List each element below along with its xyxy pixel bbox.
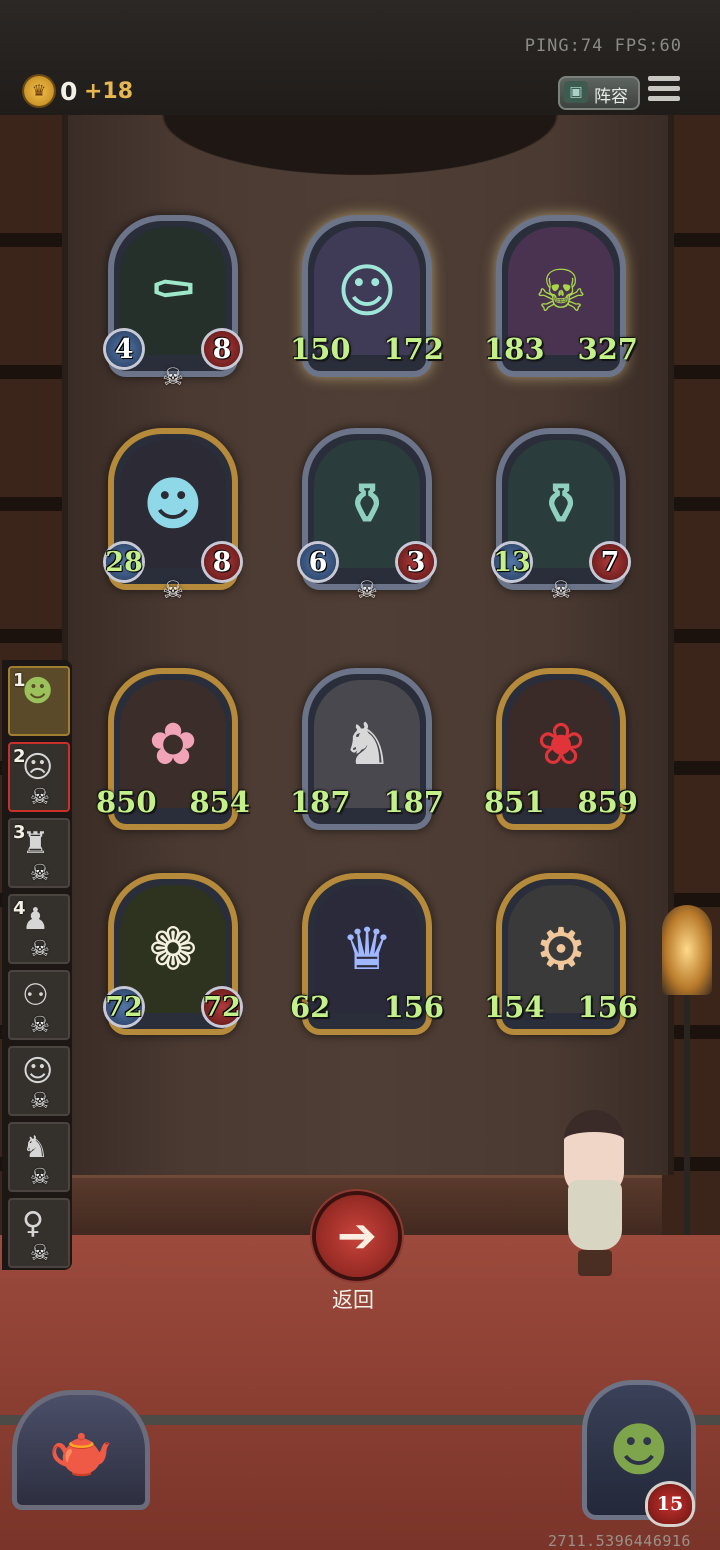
- attack-stat: 4: [106, 331, 142, 367]
- board-card[interactable]: ❀ 851 859: [484, 668, 638, 830]
- shop-window-icon[interactable]: 🫖: [12, 1390, 150, 1510]
- attack-stat: 28: [105, 544, 143, 580]
- arch-decoration: [130, 115, 590, 185]
- health-stat: 156: [383, 990, 444, 1024]
- board-card[interactable]: ♞ 187 187: [290, 668, 444, 830]
- character-legs: [578, 1250, 612, 1276]
- roster-rank: 4: [13, 898, 26, 919]
- warrior-icon: ♜: [22, 826, 49, 861]
- gold-coin-icon: ♛: [24, 76, 54, 106]
- top-bar: PING:74 FPS:60 ♛ 0 +18 ▣ 阵容: [0, 0, 720, 118]
- roster-slot[interactable]: ♟ 4 ☠: [8, 894, 70, 964]
- player-character[interactable]: [550, 1100, 640, 1280]
- character-body: [568, 1180, 622, 1250]
- health-stat: 7: [592, 544, 628, 580]
- board-card[interactable]: ☻ 28 8 ☠: [105, 428, 240, 604]
- roster-slot[interactable]: ♀ ☠: [8, 1198, 70, 1268]
- attack-stat: 851: [484, 785, 545, 819]
- board-card[interactable]: ♛ 62 156: [290, 873, 444, 1035]
- back-button[interactable]: ➔: [316, 1195, 398, 1277]
- lamp-pole: [684, 995, 690, 1235]
- gold-income: +18: [84, 79, 134, 104]
- attack-stat: 62: [290, 990, 331, 1024]
- health-stat: 156: [577, 990, 638, 1024]
- roster-slot[interactable]: ☹ 2 ☠: [8, 742, 70, 812]
- attack-stat: 187: [290, 785, 351, 819]
- health-stat: 854: [189, 785, 250, 819]
- roster-rank: 2: [13, 746, 26, 767]
- robot-icon: ☹: [22, 750, 54, 785]
- roster-slot[interactable]: ☺ ☠: [8, 1046, 70, 1116]
- cat-icon: ♞: [22, 1130, 49, 1165]
- board-card[interactable]: ⚙ 154 156: [484, 873, 638, 1035]
- board-card[interactable]: ⚰ 4 8 ☠: [106, 215, 240, 391]
- health-stat: 72: [203, 989, 241, 1025]
- skull-icon: ☠: [30, 1089, 50, 1114]
- ping-fps-readout: PING:74 FPS:60: [524, 36, 682, 56]
- roster-slot[interactable]: ☻ 1: [8, 666, 70, 736]
- attack-stat: 6: [300, 544, 336, 580]
- skull-icon: ☠: [356, 576, 378, 604]
- roster-slot[interactable]: ⚇ ☠: [8, 970, 70, 1040]
- board-card[interactable]: ⚱ 6 3 ☠: [300, 428, 434, 604]
- attack-stat: 154: [484, 990, 545, 1024]
- board-card[interactable]: ☺ 150 172: [290, 215, 444, 377]
- hero-health: 15: [648, 1484, 692, 1524]
- roster-slot[interactable]: ♜ 3 ☠: [8, 818, 70, 888]
- roster-slot[interactable]: ♞ ☠: [8, 1122, 70, 1192]
- back-label: 返回: [332, 1288, 374, 1312]
- goblin-icon: ☻: [22, 674, 54, 709]
- roster-rank: 1: [13, 670, 26, 691]
- skull-icon: ☠: [550, 576, 572, 604]
- skull-icon: ☠: [30, 785, 50, 810]
- lady-icon: ♀: [22, 1206, 44, 1241]
- attack-stat: 183: [484, 332, 545, 366]
- health-stat: 172: [383, 332, 444, 366]
- lineup-label: 阵容: [594, 87, 628, 107]
- skull-icon: ☠: [30, 1165, 50, 1190]
- skull-icon: ☠: [162, 363, 184, 391]
- health-stat: 327: [577, 332, 638, 366]
- board-card[interactable]: ❁ 72 72: [105, 873, 241, 1035]
- skull-icon: ☠: [30, 1013, 50, 1038]
- skull-icon: ☠: [30, 1241, 50, 1266]
- coordinate-readout: 2711.5396446916: [548, 1532, 691, 1550]
- gold-amount: 0: [60, 77, 78, 106]
- roster-rank: 3: [13, 822, 26, 843]
- menu-icon[interactable]: [648, 76, 680, 106]
- mouse-icon: ♟: [22, 902, 49, 937]
- board-card[interactable]: ✿ 850 854: [96, 668, 250, 830]
- lamp-icon: [662, 905, 712, 995]
- health-stat: 187: [383, 785, 444, 819]
- attack-stat: 72: [105, 989, 143, 1025]
- attack-stat: 150: [290, 332, 351, 366]
- skull-icon: ☠: [162, 576, 184, 604]
- book-icon: ▣: [564, 81, 588, 103]
- board-card[interactable]: ⚱ 13 7 ☠: [493, 428, 628, 604]
- lineup-button[interactable]: ▣ 阵容: [558, 76, 640, 110]
- health-stat: 8: [204, 331, 240, 367]
- health-stat: 8: [204, 544, 240, 580]
- health-stat: 859: [577, 785, 638, 819]
- attack-stat: 850: [96, 785, 157, 819]
- health-stat: 3: [398, 544, 434, 580]
- old-man-icon: ☺: [22, 1054, 54, 1089]
- skull-icon: ☠: [30, 937, 50, 962]
- roster-panel: ☻ 1 ☹ 2 ☠ ♜ 3 ☠ ♟ 4 ☠ ⚇ ☠ ☺ ☠ ♞ ☠ ♀ ☠: [2, 660, 72, 1270]
- board-card[interactable]: ☠ 183 327: [484, 215, 638, 377]
- skull-icon: ☠: [30, 861, 50, 886]
- goggles-icon: ⚇: [22, 978, 49, 1013]
- attack-stat: 13: [493, 544, 531, 580]
